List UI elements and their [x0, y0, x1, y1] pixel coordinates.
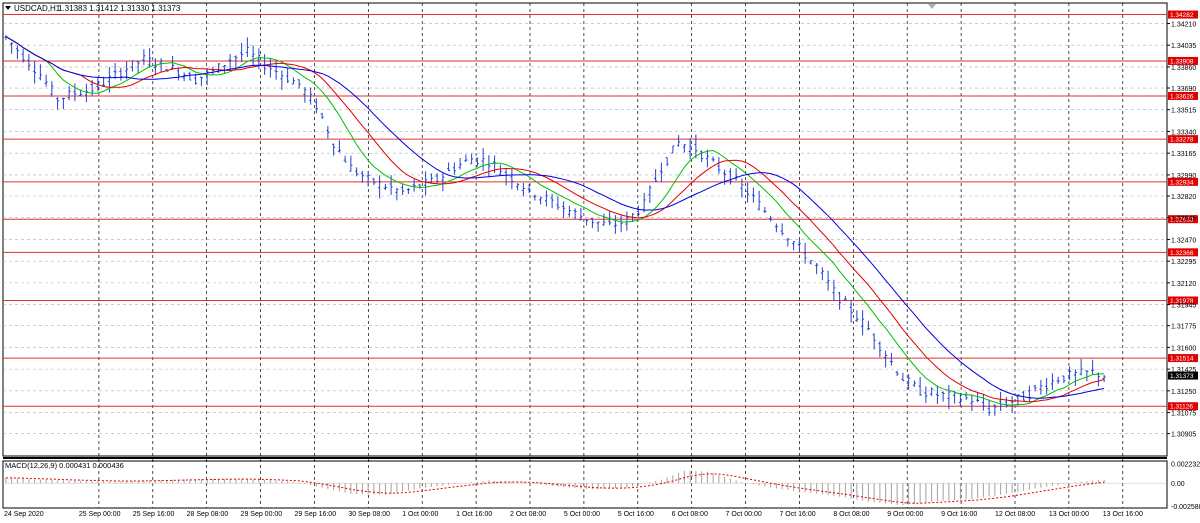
- y-tick-label: 1.34035: [1171, 43, 1196, 50]
- y-tick-label: 1.31775: [1171, 324, 1196, 331]
- x-tick-label: 9 Oct 16:00: [941, 511, 977, 518]
- y-tick-label: 1.30905: [1171, 432, 1196, 439]
- x-tick-label: 12 Oct 08:00: [995, 511, 1035, 518]
- x-tick-label: 7 Oct 00:00: [726, 511, 762, 518]
- x-tick-label: 13 Oct 16:00: [1103, 511, 1143, 518]
- y-tick-label: 1.32120: [1171, 281, 1196, 288]
- y-tick-label: 1.31600: [1171, 345, 1196, 352]
- x-tick-label: 25 Sep 00:00: [79, 511, 121, 518]
- y-tick-label: 1.33515: [1171, 108, 1196, 115]
- level-price-label: 1.33278: [1170, 137, 1194, 144]
- trading-chart[interactable]: 1.342821.339081.336261.332781.329341.326…: [0, 0, 1200, 523]
- y-tick-label: 1.32295: [1171, 259, 1196, 266]
- x-tick-label: 25 Sep 16:00: [133, 511, 175, 518]
- y-tick-label: 1.33860: [1171, 65, 1196, 72]
- level-price-label: 1.34282: [1170, 12, 1194, 19]
- x-tick-label: 8 Oct 08:00: [833, 511, 869, 518]
- y-tick-label: 1.32820: [1171, 194, 1196, 201]
- y-tick-label: 1.32645: [1171, 216, 1196, 223]
- x-tick-label: 1 Oct 16:00: [456, 511, 492, 518]
- level-price-label: 1.33626: [1170, 93, 1194, 100]
- y-tick-label: 1.33340: [1171, 129, 1196, 136]
- x-tick-label: 9 Oct 00:00: [887, 511, 923, 518]
- x-tick-label: 6 Oct 08:00: [672, 511, 708, 518]
- x-tick-label: 7 Oct 16:00: [779, 511, 815, 518]
- x-tick-label: 1 Oct 00:00: [402, 511, 438, 518]
- y-tick-label: 1.33165: [1171, 151, 1196, 158]
- chart-header: USDCAD,H1 1.31383 1.31412 1.31330 1.3137…: [5, 4, 181, 13]
- level-price-label: 1.32934: [1170, 179, 1194, 186]
- y-tick-label: 1.31945: [1171, 303, 1196, 310]
- y-tick-label: 1.32990: [1171, 173, 1196, 180]
- x-tick-label: 29 Sep 16:00: [294, 511, 336, 518]
- symbol-label: USDCAD,H1: [14, 4, 61, 13]
- current-price-label: 1.31373: [1170, 373, 1194, 380]
- macd-y-tick-label: 0.002232: [1171, 461, 1200, 468]
- y-tick-label: 1.32470: [1171, 237, 1196, 244]
- y-tick-label: 1.31250: [1171, 389, 1196, 396]
- x-tick-label: 13 Oct 00:00: [1049, 511, 1089, 518]
- y-tick-label: 1.31075: [1171, 411, 1196, 418]
- x-tick-label: 24 Sep 2020: [4, 511, 44, 518]
- y-tick-label: 1.31425: [1171, 367, 1196, 374]
- chart-background: [0, 0, 1200, 523]
- x-tick-label: 2 Oct 08:00: [510, 511, 546, 518]
- x-tick-label: 29 Sep 00:00: [241, 511, 283, 518]
- level-price-label: 1.31514: [1170, 356, 1194, 363]
- macd-y-tick-label: -0.002588: [1171, 504, 1200, 511]
- x-tick-label: 28 Sep 08:00: [187, 511, 229, 518]
- x-tick-label: 5 Oct 00:00: [564, 511, 600, 518]
- macd-label: MACD(12,26,9) 0.000431 0.000436: [5, 461, 124, 470]
- x-tick-label: 5 Oct 16:00: [618, 511, 654, 518]
- x-tick-label: 30 Sep 08:00: [348, 511, 390, 518]
- ohlc-label: 1.31383 1.31412 1.31330 1.31373: [58, 4, 181, 13]
- y-tick-label: 1.33690: [1171, 86, 1196, 93]
- level-price-label: 1.32366: [1170, 250, 1194, 257]
- y-tick-label: 1.34210: [1171, 21, 1196, 28]
- macd-y-tick-label: 0.00: [1171, 481, 1185, 488]
